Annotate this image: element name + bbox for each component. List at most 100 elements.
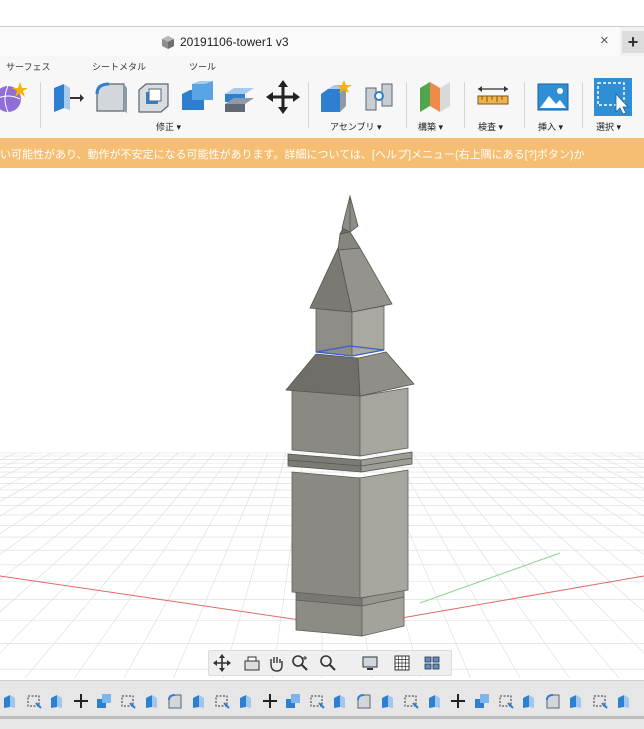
move-copy-icon[interactable] (266, 80, 300, 114)
grid-line (501, 452, 644, 555)
toolbar-ribbon: サーフェス シートメタル ツール 修正 ▾ アセンブリ ▾ 構築 ▾ 検査 ▾ … (0, 56, 644, 139)
inspect-menu[interactable]: 検査 ▾ (478, 120, 503, 133)
press-pull-icon[interactable] (50, 80, 84, 114)
grid-icon[interactable] (393, 654, 411, 672)
separator (524, 82, 525, 128)
grid-line (429, 452, 644, 709)
assemble-menu[interactable]: アセンブリ ▾ (330, 120, 382, 133)
tab-tools[interactable]: ツール (189, 60, 216, 73)
navigation-bar (208, 650, 452, 676)
timeline-extrude-icon[interactable] (238, 693, 254, 709)
timeline-move-icon[interactable] (450, 693, 466, 709)
timeline-sketch-icon[interactable] (403, 693, 419, 709)
model-canvas[interactable] (0, 168, 644, 729)
offset-face-icon[interactable] (222, 80, 256, 114)
x-axis (389, 575, 644, 621)
grid-line (208, 452, 287, 729)
fillet-icon[interactable] (94, 80, 128, 114)
timeline-extrude-icon[interactable] (49, 693, 65, 709)
grid-line (0, 452, 215, 709)
modify-menu[interactable]: 修正 ▾ (156, 120, 181, 133)
viewports-icon[interactable] (423, 654, 441, 672)
grid-line (609, 452, 644, 469)
timeline-extrude-icon[interactable] (380, 693, 396, 709)
timeline-fillet-icon[interactable] (545, 693, 561, 709)
warning-text: い可能性があり、動作が不安定になる可能性があります。詳細については、[ヘルプ]メ… (0, 149, 585, 161)
tab-sheet-metal[interactable]: シートメタル (92, 60, 146, 73)
grid-line (573, 452, 644, 490)
separator (464, 82, 465, 128)
zoom-icon[interactable] (291, 654, 309, 672)
combine-icon[interactable] (180, 80, 214, 114)
timeline-sketch-icon[interactable] (498, 693, 514, 709)
separator (582, 82, 583, 128)
timeline-fillet-icon[interactable] (356, 693, 372, 709)
grid-line (0, 452, 89, 502)
grid-line (95, 452, 251, 729)
grid-line (483, 452, 644, 581)
top-bar (0, 0, 644, 26)
timeline-sketch-icon[interactable] (309, 693, 325, 709)
document-tab-bar: 20191106-tower1 v3 × + (0, 26, 644, 57)
timeline-combine-icon[interactable] (96, 693, 112, 709)
timeline-extrude-icon[interactable] (2, 693, 18, 709)
grid-line (0, 452, 71, 490)
timeline-sketch-icon[interactable] (592, 693, 608, 709)
timeline-track[interactable] (0, 716, 644, 719)
look-at-icon[interactable] (243, 654, 261, 672)
select-icon[interactable] (594, 78, 632, 116)
shell-icon[interactable] (136, 80, 170, 114)
timeline-move-icon[interactable] (73, 693, 89, 709)
timeline-fillet-icon[interactable] (167, 693, 183, 709)
timeline-combine-icon[interactable] (285, 693, 301, 709)
timeline-extrude-icon[interactable] (427, 693, 443, 709)
separator (406, 82, 407, 128)
timeline-extrude-icon[interactable] (521, 693, 537, 709)
new-tab-button[interactable]: + (622, 31, 644, 53)
grid-line (0, 452, 17, 461)
timeline-bar (0, 680, 644, 729)
display-icon[interactable] (361, 654, 379, 672)
tab-close-button[interactable]: × (600, 32, 609, 49)
grid-line (555, 452, 644, 502)
timeline-extrude-icon[interactable] (144, 693, 160, 709)
timeline-move-icon[interactable] (262, 693, 278, 709)
warning-banner: い可能性があり、動作が不安定になる可能性があります。詳細については、[ヘルプ]メ… (0, 138, 644, 168)
timeline-extrude-icon[interactable] (616, 693, 632, 709)
orbit-icon[interactable] (213, 654, 231, 672)
timeline-sketch-icon[interactable] (214, 693, 231, 709)
y-axis (419, 552, 561, 604)
grid-line (0, 452, 35, 469)
timeline-combine-icon[interactable] (474, 693, 490, 709)
3d-viewport[interactable] (0, 168, 644, 729)
separator (308, 82, 309, 128)
pan-icon[interactable] (267, 654, 285, 672)
timeline-extrude-icon[interactable] (332, 693, 348, 709)
sphere-star-icon[interactable] (0, 80, 28, 114)
fit-icon[interactable] (319, 654, 337, 672)
tower-model[interactable] (285, 194, 415, 637)
joint-icon[interactable] (362, 80, 396, 114)
measure-icon[interactable] (476, 80, 510, 114)
grid-line (151, 452, 269, 729)
grid-line (393, 452, 549, 729)
timeline-extrude-icon[interactable] (568, 693, 584, 709)
timeline-sketch-icon[interactable] (120, 693, 136, 709)
new-component-icon[interactable] (318, 80, 352, 114)
grid-line (627, 452, 644, 461)
construct-menu[interactable]: 構築 ▾ (418, 120, 443, 133)
select-menu[interactable]: 選択 ▾ (596, 120, 621, 133)
grid-line (0, 452, 143, 555)
tab-surface[interactable]: サーフェス (6, 60, 50, 73)
timeline-sketch-icon[interactable] (26, 693, 42, 709)
grid-line (0, 452, 161, 581)
document-tab[interactable]: 20191106-tower1 v3 × (0, 27, 620, 57)
x-axis (0, 575, 301, 621)
offset-plane-icon[interactable] (418, 80, 452, 114)
insert-image-icon[interactable] (536, 80, 570, 114)
design-cube-icon (162, 36, 174, 49)
timeline-extrude-icon[interactable] (191, 693, 207, 709)
separator (40, 82, 41, 128)
insert-menu[interactable]: 挿入 ▾ (538, 120, 563, 133)
document-title: 20191106-tower1 v3 (180, 35, 289, 49)
